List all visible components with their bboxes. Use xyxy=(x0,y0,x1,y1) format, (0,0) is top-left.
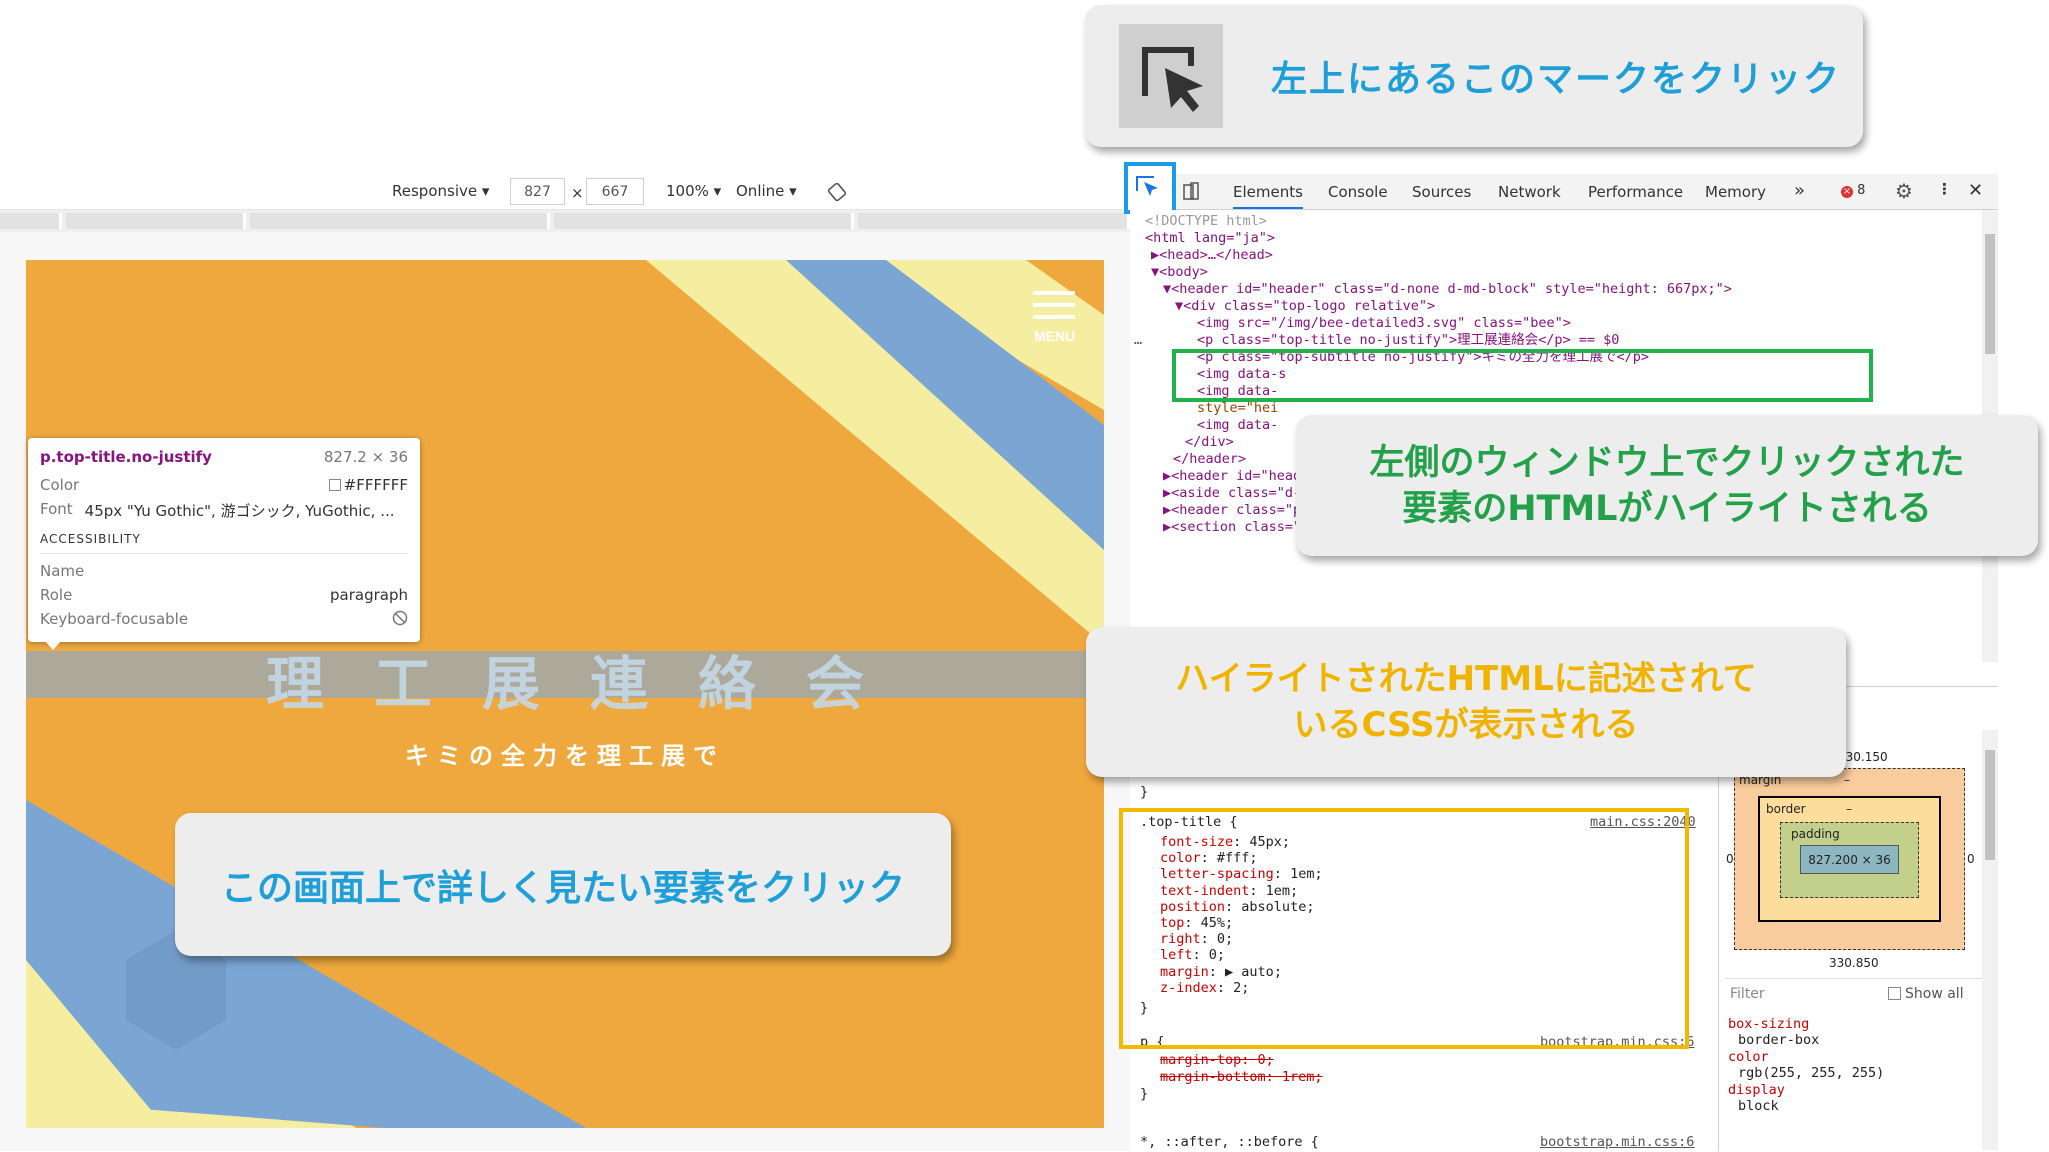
computed-property-value: border-box xyxy=(1738,1032,1820,1048)
throttle-select[interactable]: Online ▾ xyxy=(736,182,797,200)
zoom-select[interactable]: 100% ▾ xyxy=(666,182,721,200)
more-tabs-icon[interactable]: » xyxy=(1794,180,1805,201)
media-query-ruler xyxy=(0,210,1130,232)
tab-performance[interactable]: Performance xyxy=(1588,183,1683,201)
tooltip-font-value: 45px "Yu Gothic", 游ゴシック, YuGothic, ... xyxy=(84,502,395,520)
callout-yellow-line1: ハイライトされたHTMLに記述されて xyxy=(1175,659,1757,699)
computed-scrollbar[interactable] xyxy=(1982,730,1998,1150)
site-subtitle[interactable]: キミの全力を理工展で xyxy=(26,736,1104,771)
site-title[interactable]: 理工展連絡会 xyxy=(26,637,1104,721)
margin-top-value: – xyxy=(1844,773,1850,787)
close-devtools-icon[interactable]: ✕ xyxy=(1968,180,1983,201)
html-highlight-frame xyxy=(1172,349,1873,402)
tab-console[interactable]: Console xyxy=(1328,183,1388,201)
inspect-element-button[interactable] xyxy=(1124,162,1176,214)
callout-css-shown: ハイライトされたHTMLに記述されて いるCSSが表示される xyxy=(1086,627,1846,777)
tooltip-divider xyxy=(40,553,408,554)
element-style-close: } xyxy=(1140,784,1149,800)
computed-divider xyxy=(1725,978,1985,979)
throttle-label: Online xyxy=(736,182,785,200)
computed-property-name[interactable]: color xyxy=(1728,1049,1769,1065)
device-mode-label: Responsive xyxy=(392,182,478,200)
rotate-icon[interactable] xyxy=(828,183,846,201)
menu-icon[interactable] xyxy=(1033,291,1075,327)
callout-green-line2: 要素のHTMLがハイライトされる xyxy=(1402,488,1932,529)
tooltip-color-text: #FFFFFF xyxy=(343,476,408,494)
box-position-bottom: 330.850 xyxy=(1829,956,1879,970)
width-input[interactable]: 827 xyxy=(510,178,565,205)
tooltip-accessibility-heading: ACCESSIBILITY xyxy=(40,532,141,546)
callout-green-line1: 左側のウィンドウ上でクリックされた xyxy=(1369,442,1965,483)
tab-network[interactable]: Network xyxy=(1498,183,1561,201)
border-label: border xyxy=(1766,802,1806,816)
computed-filter-input[interactable]: Filter xyxy=(1730,986,1765,1002)
tooltip-size: 827.2 × 36 xyxy=(323,448,408,466)
box-model-content: 827.200 × 36 xyxy=(1800,845,1899,874)
menu-label[interactable]: MENU xyxy=(1034,328,1075,344)
tooltip-role-value: paragraph xyxy=(330,586,408,604)
callout-html-highlight: 左側のウィンドウ上でクリックされた 要素のHTMLがハイライトされる xyxy=(1296,415,2038,556)
tooltip-arrow xyxy=(45,641,61,650)
position-right-value: 0 xyxy=(1967,852,1975,866)
error-count: 8 xyxy=(1857,183,1866,198)
element-info-tooltip: p.top-title.no-justify 827.2 × 36 Color … xyxy=(28,438,420,642)
computed-property-value: block xyxy=(1738,1098,1779,1114)
tab-elements[interactable]: Elements xyxy=(1233,183,1303,209)
computed-property-name[interactable]: display xyxy=(1728,1082,1785,1098)
tooltip-selector: p.top-title.no-justify xyxy=(40,448,212,466)
rule-after-source[interactable]: bootstrap.min.css:6 xyxy=(1540,1132,1694,1152)
tooltip-role-label: Role xyxy=(40,586,73,604)
devtools-more-icon[interactable]: ⋮ xyxy=(1937,180,1952,198)
not-focusable-icon xyxy=(392,610,408,626)
rule-p-prop-2[interactable]: margin-bottom: 1rem; xyxy=(1160,1067,1323,1087)
device-toolbar: Responsive ▾ 827 × 667 100% ▾ Online ▾ ⋮ xyxy=(0,174,1135,210)
callout-click-element: この画面上で詳しく見たい要素をクリック xyxy=(175,813,951,956)
error-badge[interactable]: × 8 xyxy=(1841,183,1865,198)
settings-gear-icon[interactable]: ⚙ xyxy=(1895,179,1913,203)
color-swatch-icon xyxy=(328,479,341,491)
position-left-value: 0 xyxy=(1726,852,1734,866)
rule-after-selector[interactable]: *, ::after, ::before { xyxy=(1140,1132,1319,1152)
tooltip-name-label: Name xyxy=(40,562,85,580)
dimension-separator: × xyxy=(571,184,584,202)
show-all-checkbox[interactable]: Show all xyxy=(1888,986,1964,1002)
error-icon: × xyxy=(1841,186,1853,198)
tab-memory[interactable]: Memory xyxy=(1705,183,1766,201)
tab-sources[interactable]: Sources xyxy=(1412,183,1471,201)
tooltip-color-label: Color xyxy=(40,476,80,494)
tree-dots-icon[interactable]: … xyxy=(1134,330,1142,350)
callout-left-text: この画面上で詳しく見たい要素をクリック xyxy=(220,867,905,909)
callout-yellow-line2: いるCSSが表示される xyxy=(1293,705,1639,745)
height-input[interactable]: 667 xyxy=(586,178,644,205)
css-highlight-frame xyxy=(1119,808,1689,1049)
show-all-label: Show all xyxy=(1905,986,1964,1002)
computed-property-value: rgb(255, 255, 255) xyxy=(1738,1065,1885,1081)
border-top-value: – xyxy=(1846,802,1852,816)
inspect-pointer-icon xyxy=(1119,24,1223,128)
computed-property-name[interactable]: box-sizing xyxy=(1728,1016,1809,1032)
device-mode-select[interactable]: Responsive ▾ xyxy=(392,182,489,200)
device-toggle-icon[interactable] xyxy=(1182,182,1200,202)
tooltip-color-value: #FFFFFF xyxy=(328,476,408,494)
padding-label: padding xyxy=(1791,827,1840,841)
tooltip-font-label: Font xyxy=(40,500,73,518)
rule-p-close: } xyxy=(1140,1086,1149,1102)
callout-top-text: 左上にあるこのマークをクリック xyxy=(1271,59,1842,100)
select-element-icon xyxy=(1136,176,1158,196)
callout-click-inspect: 左上にあるこのマークをクリック xyxy=(1085,5,1863,147)
tooltip-focusable-label: Keyboard-focusable xyxy=(40,610,189,628)
zoom-label: 100% xyxy=(666,182,709,200)
devtools-tabbar: Elements Console Sources Network Perform… xyxy=(1130,174,1998,210)
